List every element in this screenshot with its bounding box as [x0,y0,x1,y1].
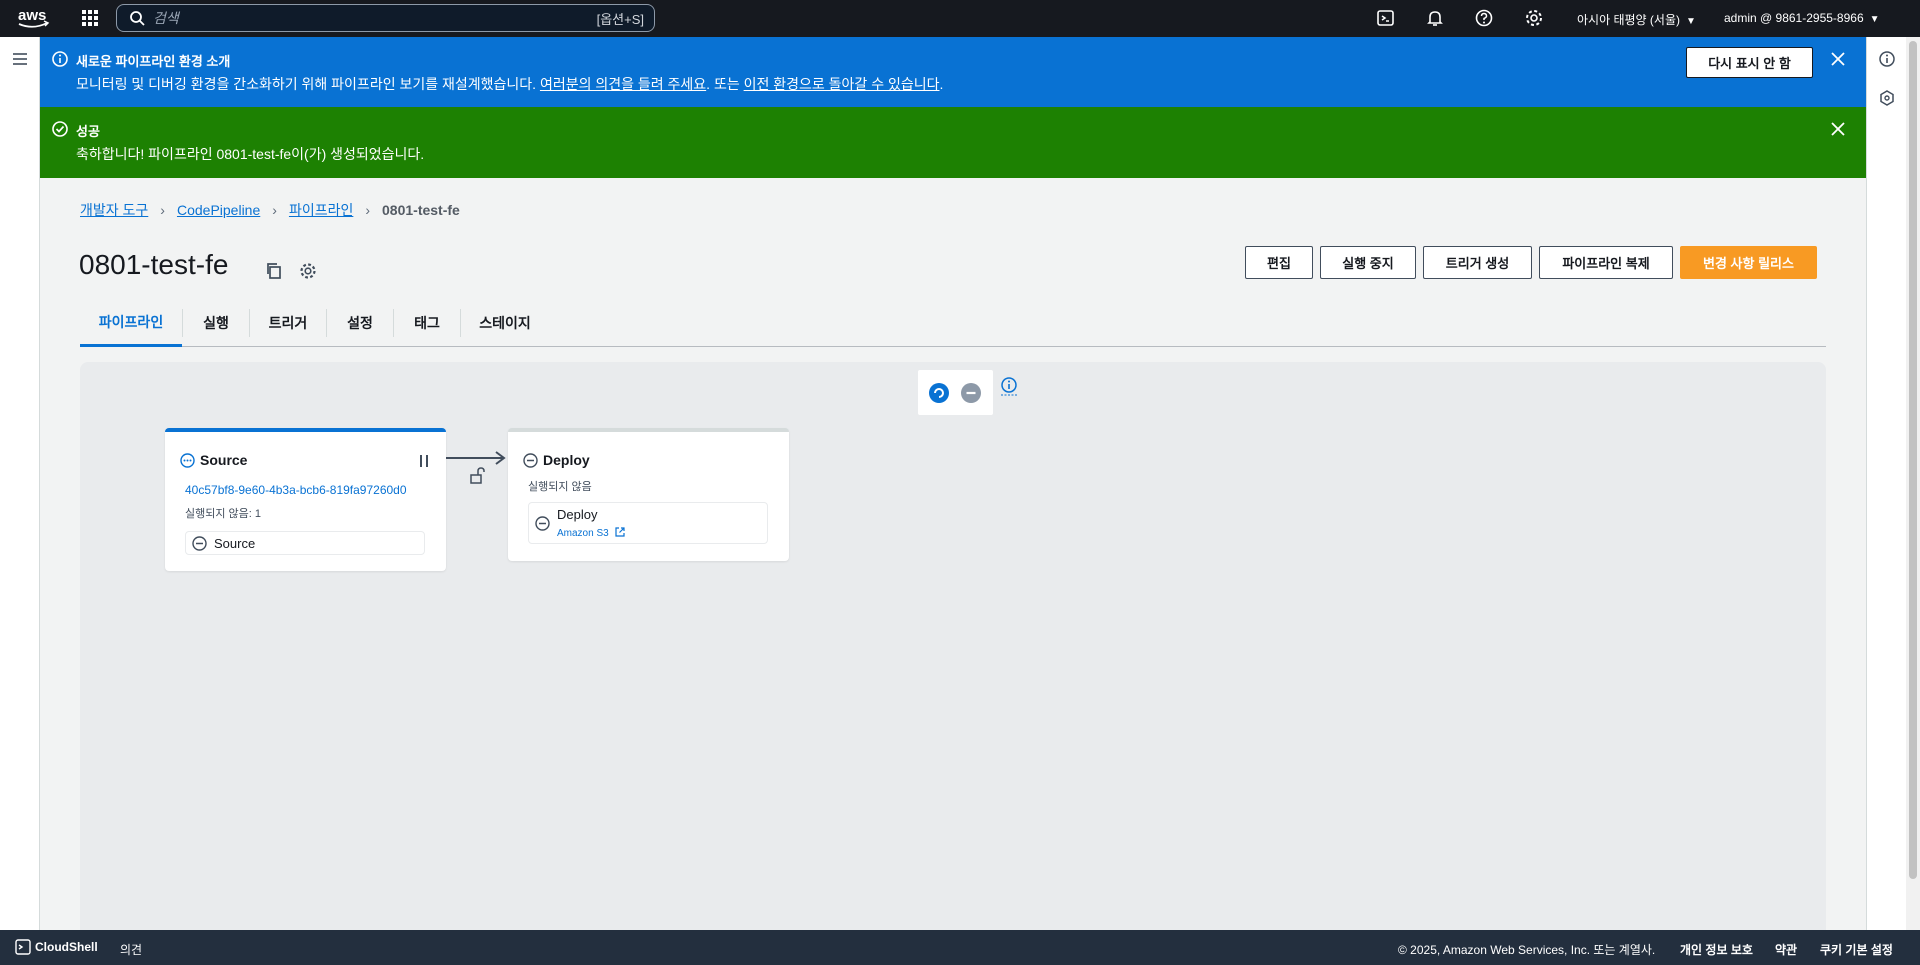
cloudshell-button[interactable]: CloudShell [15,939,98,955]
region-label: 아시아 태평양 (서울) [1577,13,1680,27]
info-banner-text: . 또는 [706,76,744,92]
info-flashbar: 새로운 파이프라인 환경 소개 모니터링 및 디버깅 환경을 간소화하기 위해 … [40,37,1866,107]
chevron-right-icon: › [160,202,165,218]
stage-deploy[interactable]: Deploy 실행되지 않음 Deploy Amazon S3 [508,428,789,561]
search-input[interactable] [153,10,597,26]
cloudshell-icon [15,939,31,955]
settings-gear-icon[interactable] [299,262,317,280]
tabs: 파이프라인 실행 트리거 설정 태그 스테이지 [80,299,1826,347]
stage-name: Deploy [543,452,590,468]
copyright: © 2025, Amazon Web Services, Inc. 또는 계열사… [1398,943,1656,957]
tools-panel-bar [1866,37,1906,930]
action-name: Deploy [557,507,598,522]
provider-label: Amazon S3 [557,528,609,539]
top-navigation: aws [옵션+S] 아시아 태평양 (서울) ▼ admin @ 9861-29… [0,0,1920,37]
page-scrollbar[interactable] [1906,37,1920,930]
stop-execution-button[interactable]: 실행 중지 [1320,246,1416,279]
breadcrumb-codepipeline[interactable]: CodePipeline [177,202,260,218]
not-started-icon [192,536,207,551]
in-progress-icon[interactable] [928,382,950,404]
tab-executions[interactable]: 실행 [183,299,249,347]
caret-down-icon: ▼ [1685,16,1696,27]
dont-show-again-button[interactable]: 다시 표시 안 함 [1686,47,1813,78]
apps-grid-icon[interactable] [80,8,100,28]
scrollbar-thumb[interactable] [1909,41,1917,879]
clone-pipeline-button[interactable]: 파이프라인 복제 [1539,246,1673,279]
search-icon [130,11,145,26]
breadcrumb-pipelines[interactable]: 파이프라인 [289,200,353,220]
not-started-icon [523,453,538,468]
side-navigation-toggle-bar [0,37,40,930]
info-icon[interactable] [1000,376,1018,396]
feedback-link[interactable]: 의견 [120,941,142,958]
breadcrumb: 개발자 도구 › CodePipeline › 파이프라인 › 0801-tes… [80,200,460,220]
unlock-icon[interactable] [469,467,485,485]
region-selector[interactable]: 아시아 태평양 (서울) ▼ [1577,11,1696,28]
breadcrumb-current: 0801-test-fe [382,202,460,218]
copy-icon[interactable] [265,262,283,280]
info-banner-text: 모니터링 및 디버깅 환경을 간소화하기 위해 파이프라인 보기를 재설계했습니… [76,76,540,92]
terms-link[interactable]: 약관 [1775,941,1797,958]
stage-name: Source [200,452,248,468]
success-flashbar: 성공 축하합니다! 파이프라인 0801-test-fe이(가) 생성되었습니다… [40,107,1866,178]
cookie-preferences-link[interactable]: 쿠키 기본 설정 [1820,941,1893,958]
account-menu[interactable]: admin @ 9861-2955-8966 ▼ [1724,11,1880,25]
tab-tags[interactable]: 태그 [394,299,460,347]
page-title: 0801-test-fe [79,249,229,280]
stopped-icon[interactable] [960,382,982,404]
pending-icon [180,453,195,468]
help-icon[interactable] [1474,8,1494,28]
not-started-icon [535,516,550,531]
chevron-right-icon: › [365,202,371,218]
caret-down-icon: ▼ [1869,14,1880,25]
aws-logo[interactable]: aws [16,5,50,31]
tab-pipeline[interactable]: 파이프라인 [80,299,182,347]
pause-icon[interactable] [417,454,431,468]
info-icon [52,51,68,67]
close-icon[interactable] [1830,51,1846,67]
stage-source[interactable]: Source 40c57bf8-9e60-4b3a-bcb6-819fa9726… [165,428,446,571]
edit-button[interactable]: 편집 [1245,246,1313,279]
status-legend [918,370,993,415]
source-revision-link[interactable]: 40c57bf8-9e60-4b3a-bcb6-819fa97260d0 [185,483,407,497]
release-change-button[interactable]: 변경 사항 릴리스 [1680,246,1817,279]
info-banner-text: . [939,76,944,92]
action-provider-link[interactable]: Amazon S3 [557,527,626,539]
stage-status: 실행되지 않음: 1 [185,508,262,520]
action-source[interactable]: Source [185,531,425,555]
global-search[interactable]: [옵션+S] [116,4,655,32]
revert-experience-link[interactable]: 이전 환경으로 돌아갈 수 있습니다 [744,76,940,92]
info-banner-title: 새로운 파이프라인 환경 소개 [76,54,231,69]
action-deploy[interactable]: Deploy Amazon S3 [528,502,768,544]
breadcrumb-developer-tools[interactable]: 개발자 도구 [80,200,148,220]
info-banner-body: 모니터링 및 디버깅 환경을 간소화하기 위해 파이프라인 보기를 재설계했습니… [76,74,943,94]
hexagon-help-icon[interactable] [1879,90,1895,106]
success-banner-title: 성공 [76,124,100,139]
account-label: admin @ 9861-2955-8966 [1724,11,1864,25]
success-banner-body: 축하합니다! 파이프라인 0801-test-fe이(가) 생성되었습니다. [76,146,425,162]
tab-settings[interactable]: 설정 [327,299,393,347]
chevron-right-icon: › [272,202,277,218]
action-name: Source [214,536,256,551]
close-icon[interactable] [1830,121,1846,137]
stage-status: 실행되지 않음 [528,481,592,493]
cloudshell-label: CloudShell [35,940,98,954]
bell-icon[interactable] [1425,8,1445,28]
success-check-icon [52,121,68,137]
privacy-link[interactable]: 개인 정보 보호 [1680,941,1753,958]
tab-triggers[interactable]: 트리거 [250,299,326,347]
feedback-link[interactable]: 여러분의 의견을 들려 주세요 [540,76,706,92]
cloudshell-icon[interactable] [1376,8,1396,28]
info-icon[interactable] [1879,51,1895,67]
external-link-icon [615,527,626,537]
svg-text:aws: aws [18,7,46,24]
menu-icon[interactable] [12,51,28,67]
create-trigger-button[interactable]: 트리거 생성 [1423,246,1532,279]
footer: CloudShell 의견 © 2025, Amazon Web Service… [0,930,1920,965]
search-shortcut: [옵션+S] [596,11,644,27]
tab-stages[interactable]: 스테이지 [461,299,549,347]
gear-icon[interactable] [1524,8,1544,28]
